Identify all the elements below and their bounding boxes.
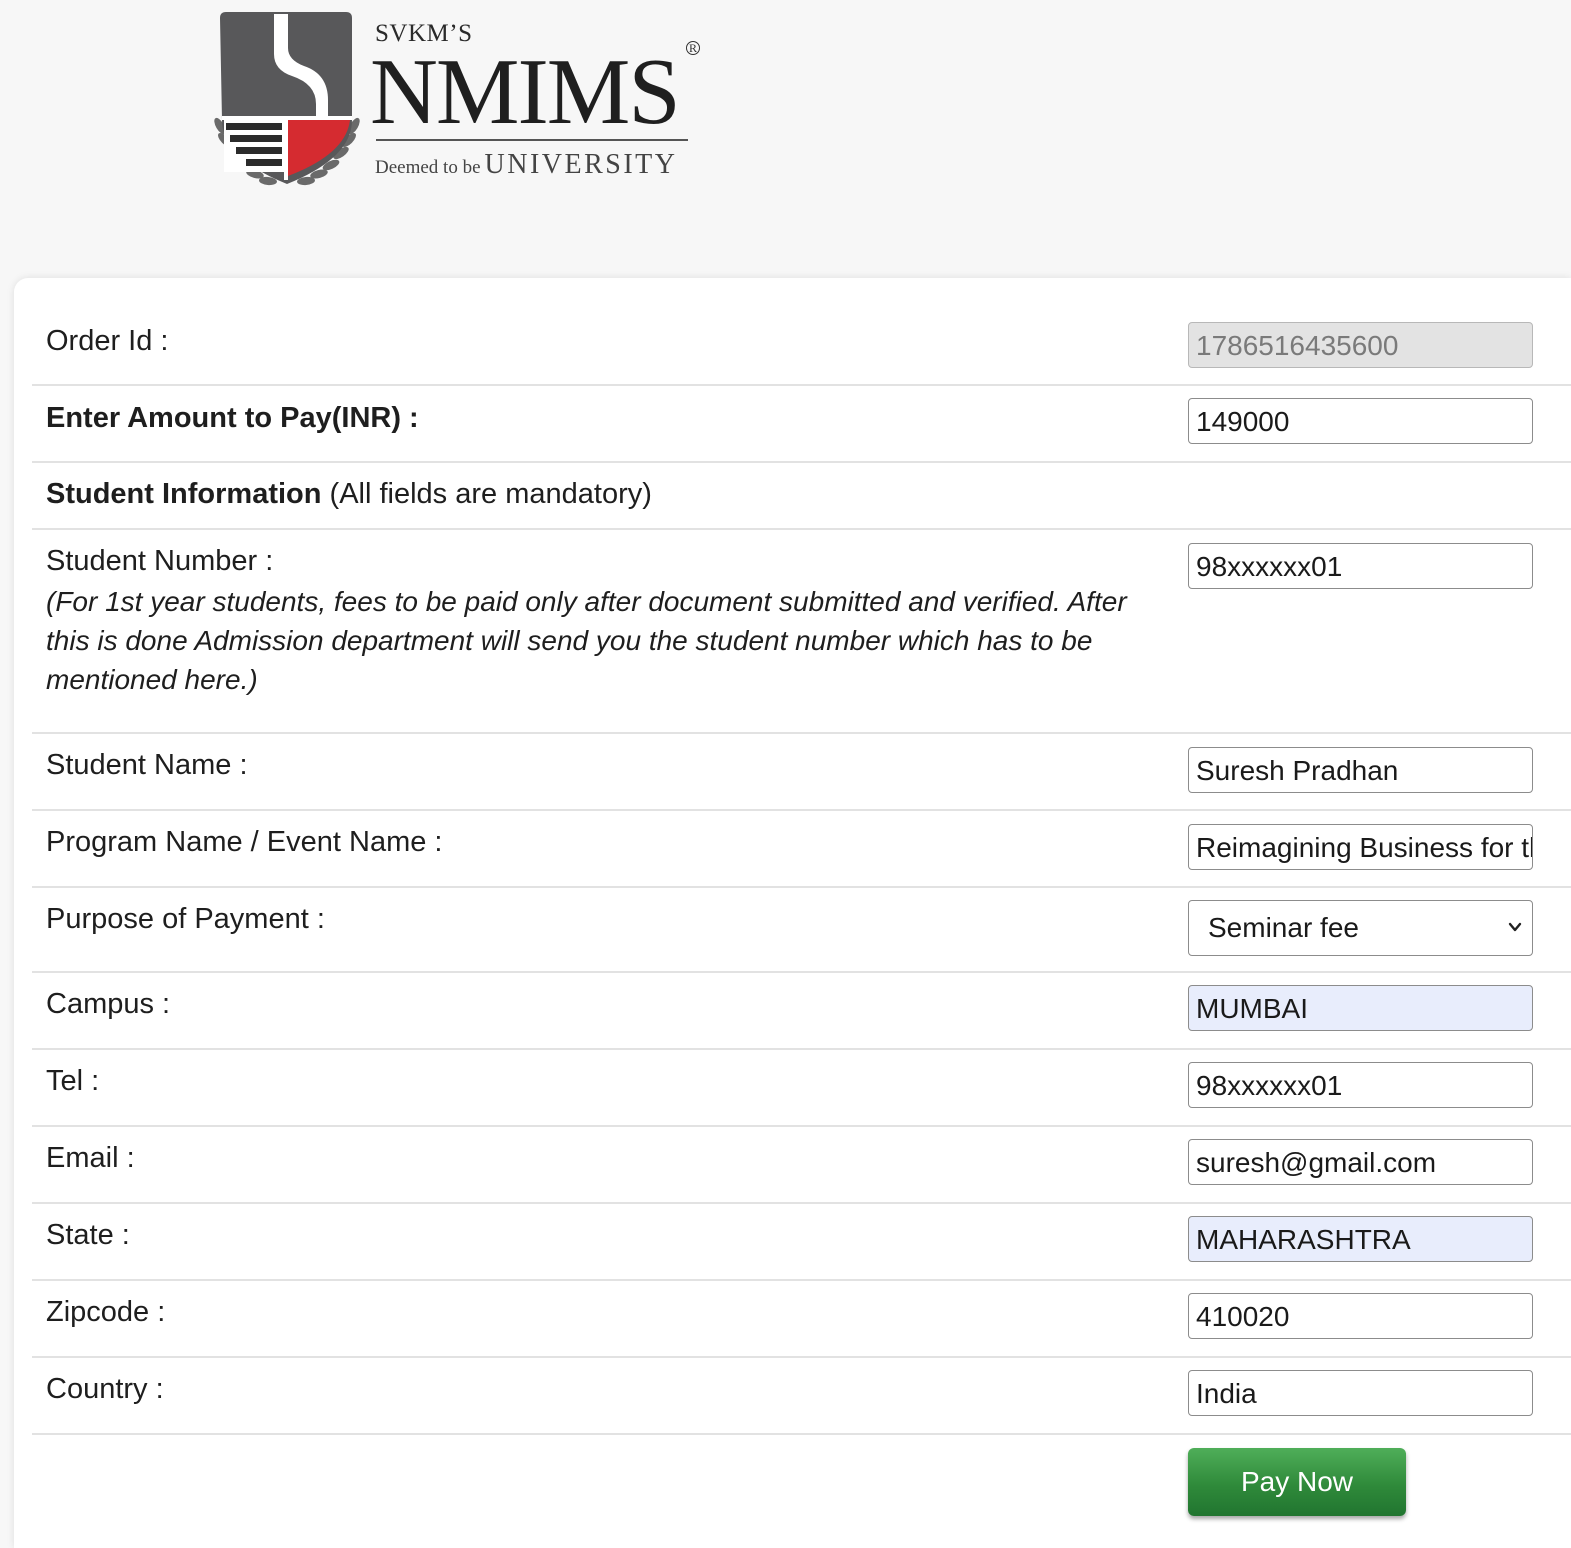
country-label: Country : xyxy=(46,1373,164,1405)
state-input[interactable]: MAHARASHTRA xyxy=(1188,1216,1533,1262)
amount-input[interactable]: 149000 xyxy=(1188,398,1533,444)
purpose-select[interactable]: Seminar fee xyxy=(1188,900,1533,956)
program-name-input[interactable]: Reimagining Business for th xyxy=(1188,824,1533,870)
email-row: Email : suresh@gmail.com xyxy=(32,1127,1571,1204)
zipcode-row: Zipcode : 410020 xyxy=(32,1281,1571,1358)
state-row: State : MAHARASHTRA xyxy=(32,1204,1571,1281)
student-info-heading: Student Information (All fields are mand… xyxy=(46,475,652,514)
tel-label: Tel : xyxy=(46,1065,100,1097)
student-info-note: (All fields are mandatory) xyxy=(321,478,652,510)
student-number-row: Student Number : (For 1st year students,… xyxy=(32,530,1571,734)
student-number-label: Student Number : xyxy=(46,545,274,577)
amount-row: Enter Amount to Pay(INR) : 149000 xyxy=(32,386,1571,463)
zipcode-label: Zipcode : xyxy=(46,1296,166,1328)
purpose-selected-value: Seminar fee xyxy=(1208,912,1359,943)
logo-divider xyxy=(376,139,688,141)
university-logo: SVKM’S NMIMS R Deemed to be UNIVERSITY xyxy=(212,8,712,198)
tel-row: Tel : 98xxxxxx01 xyxy=(32,1050,1571,1127)
university-crest-icon xyxy=(214,12,360,186)
amount-label-text: Enter Amount to Pay(INR) : xyxy=(46,402,419,434)
logo-tagline-big: UNIVERSITY xyxy=(484,149,678,180)
campus-label: Campus : xyxy=(46,988,171,1020)
program-name-row: Program Name / Event Name : Reimagining … xyxy=(32,811,1571,888)
order-id-row: Order Id : 1786516435600 xyxy=(32,308,1571,386)
country-row: Country : India xyxy=(32,1358,1571,1435)
student-info-title: Student Information xyxy=(46,478,322,510)
country-input[interactable]: India xyxy=(1188,1370,1533,1416)
order-id-label: Order Id : xyxy=(46,325,169,357)
state-label: State : xyxy=(46,1219,130,1251)
purpose-label: Purpose of Payment : xyxy=(46,903,325,935)
email-input[interactable]: suresh@gmail.com xyxy=(1188,1139,1533,1185)
student-info-row: Student Information (All fields are mand… xyxy=(32,463,1571,530)
purpose-row: Purpose of Payment : Seminar fee xyxy=(32,888,1571,973)
student-name-label: Student Name : xyxy=(46,749,248,781)
chevron-down-icon xyxy=(1508,922,1522,932)
amount-label: Enter Amount to Pay(INR) : xyxy=(46,399,419,438)
order-id-field: 1786516435600 xyxy=(1188,322,1533,368)
campus-input[interactable]: MUMBAI xyxy=(1188,985,1533,1031)
campus-row: Campus : MUMBAI xyxy=(32,973,1571,1050)
pay-now-button[interactable]: Pay Now xyxy=(1188,1448,1406,1516)
logo-tagline-small: Deemed to be xyxy=(375,157,481,178)
student-number-input[interactable]: 98xxxxxx01 xyxy=(1188,543,1533,589)
student-name-row: Student Name : Suresh Pradhan xyxy=(32,734,1571,811)
student-name-input[interactable]: Suresh Pradhan xyxy=(1188,747,1533,793)
logo-tagline: Deemed to be UNIVERSITY xyxy=(375,149,678,181)
logo-nmims-text: NMIMS xyxy=(370,40,681,144)
registered-mark: R xyxy=(686,41,700,55)
program-name-label: Program Name / Event Name : xyxy=(46,826,443,858)
email-label: Email : xyxy=(46,1142,135,1174)
student-number-note: (For 1st year students, fees to be paid … xyxy=(46,586,1127,695)
tel-input[interactable]: 98xxxxxx01 xyxy=(1188,1062,1533,1108)
zipcode-input[interactable]: 410020 xyxy=(1188,1293,1533,1339)
payment-form-card: Order Id : 1786516435600 Enter Amount to… xyxy=(14,278,1571,1548)
